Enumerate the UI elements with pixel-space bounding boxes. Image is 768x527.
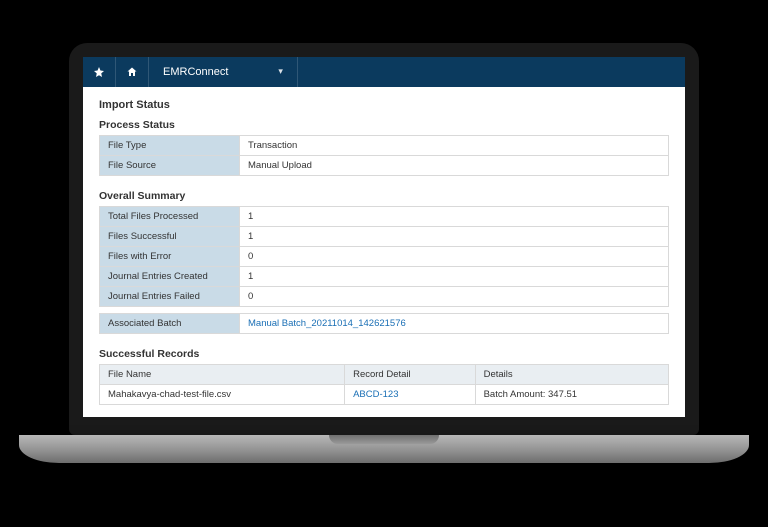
row-value: Manual Upload (240, 155, 669, 175)
associated-batch-label: Associated Batch (100, 313, 240, 333)
table-row: Journal Entries Created 1 (100, 266, 669, 286)
associated-batch-table: Associated Batch Manual Batch_20211014_1… (99, 313, 669, 334)
associated-batch-row: Associated Batch Manual Batch_20211014_1… (100, 313, 669, 333)
laptop-base (19, 435, 749, 463)
chevron-down-icon: ▾ (278, 66, 283, 77)
table-header-row: File Name Record Detail Details (100, 364, 669, 384)
screen-bezel: EMRConnect ▾ Import Status Process Statu… (69, 43, 699, 435)
cell-file-name: Mahakavya-chad-test-file.csv (100, 384, 345, 404)
table-row: Total Files Processed 1 (100, 206, 669, 226)
overall-summary-table: Total Files Processed 1 Files Successful… (99, 206, 669, 307)
process-status-heading: Process Status (99, 119, 669, 131)
content-area: Import Status Process Status File Type T… (83, 87, 685, 417)
table-row: File Source Manual Upload (100, 155, 669, 175)
col-record-detail: Record Detail (345, 364, 476, 384)
topbar: EMRConnect ▾ (83, 57, 685, 87)
row-label: Journal Entries Created (100, 266, 240, 286)
col-file-name: File Name (100, 364, 345, 384)
row-label: Files with Error (100, 246, 240, 266)
app-switcher[interactable]: EMRConnect ▾ (149, 57, 298, 87)
row-value: 1 (240, 226, 669, 246)
row-value: Transaction (240, 135, 669, 155)
col-details: Details (475, 364, 668, 384)
row-value: 0 (240, 286, 669, 306)
cell-record-detail-link[interactable]: ABCD-123 (353, 389, 398, 400)
overall-summary-heading: Overall Summary (99, 190, 669, 202)
successful-records-heading: Successful Records (99, 348, 669, 360)
table-row: Journal Entries Failed 0 (100, 286, 669, 306)
successful-records-table: File Name Record Detail Details Mahakavy… (99, 364, 669, 405)
row-label: Files Successful (100, 226, 240, 246)
row-label: Journal Entries Failed (100, 286, 240, 306)
row-label: File Type (100, 135, 240, 155)
favorites-button[interactable] (83, 57, 116, 87)
table-row: File Type Transaction (100, 135, 669, 155)
table-row: Files with Error 0 (100, 246, 669, 266)
cell-details: Batch Amount: 347.51 (475, 384, 668, 404)
row-value: 1 (240, 266, 669, 286)
page-title: Import Status (99, 99, 669, 111)
row-label: Total Files Processed (100, 206, 240, 226)
laptop-mockup: EMRConnect ▾ Import Status Process Statu… (69, 43, 699, 463)
app-screen: EMRConnect ▾ Import Status Process Statu… (83, 57, 685, 417)
row-label: File Source (100, 155, 240, 175)
row-value: 0 (240, 246, 669, 266)
home-icon (126, 66, 138, 78)
row-value: 1 (240, 206, 669, 226)
home-button[interactable] (116, 57, 149, 87)
table-row: Mahakavya-chad-test-file.csv ABCD-123 Ba… (100, 384, 669, 404)
app-name: EMRConnect (163, 66, 228, 78)
star-icon (93, 66, 105, 78)
table-row: Files Successful 1 (100, 226, 669, 246)
process-status-table: File Type Transaction File Source Manual… (99, 135, 669, 176)
associated-batch-link[interactable]: Manual Batch_20211014_142621576 (248, 318, 406, 329)
